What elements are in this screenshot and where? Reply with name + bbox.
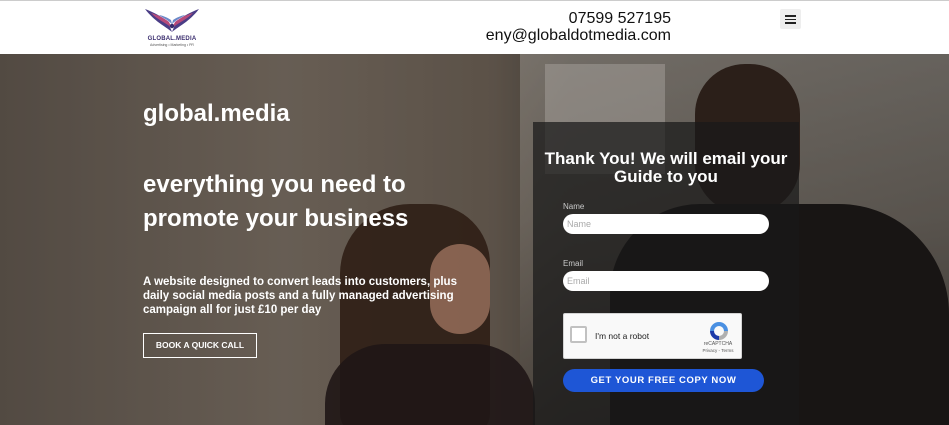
hero-brand: global.media [143,100,290,127]
recaptcha-checkbox[interactable] [570,326,587,343]
email-label: Email [563,259,584,268]
winged-logo-icon [145,9,199,32]
hero-headline: everything you need to promote your busi… [143,171,409,232]
hamburger-line [785,22,796,24]
name-field[interactable] [563,214,769,234]
hamburger-line [785,18,796,21]
hero-description: A website designed to convert leads into… [143,276,457,316]
menu-button[interactable] [780,9,801,29]
hamburger-menu-icon [785,15,796,17]
recaptcha-brand: reCAPTCHA [703,341,733,347]
form-title: Thank You! We will email your Guide to y… [544,149,788,186]
site-logo[interactable]: GLOBAL.MEDIA Advertising • Marketing • P… [143,6,201,50]
email-field[interactable] [563,271,769,291]
recaptcha-widget: I'm not a robot reCAPTCHA Privacy - Term… [563,313,742,359]
logo-tagline: Advertising • Marketing • PR [150,43,194,47]
logo-name: GLOBAL.MEDIA [147,36,197,42]
header-email[interactable]: eny@globaldotmedia.com [470,27,671,45]
site-header: GLOBAL.MEDIA Advertising • Marketing • P… [0,0,949,54]
recaptcha-label: I'm not a robot [595,331,650,341]
hero-section: global.media everything you need to prom… [0,54,949,425]
book-call-button[interactable]: BOOK A QUICK CALL [143,333,257,358]
lead-form: Thank You! We will email your Guide to y… [533,122,799,425]
recaptcha-logo-icon [710,322,728,340]
header-phone[interactable]: 07599 527195 [500,10,671,28]
recaptcha-terms-link[interactable]: Privacy - Terms [694,348,742,353]
name-label: Name [563,202,585,211]
submit-button[interactable]: GET YOUR FREE COPY NOW [563,369,764,392]
